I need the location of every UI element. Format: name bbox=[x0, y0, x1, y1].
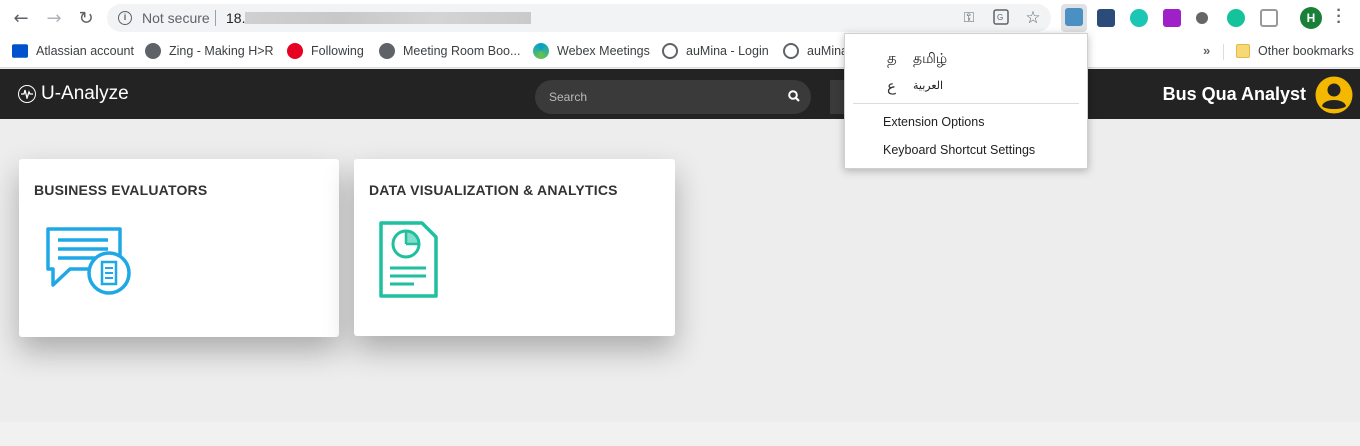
bookmark-label: auMina bbox=[807, 44, 848, 58]
security-label[interactable]: Not secure bbox=[142, 10, 210, 26]
card-data-visualization[interactable]: DATA VISUALIZATION & ANALYTICS bbox=[354, 159, 675, 336]
extension-calendar-icon[interactable] bbox=[1097, 9, 1115, 27]
waveform-icon bbox=[18, 85, 36, 103]
user-avatar-icon[interactable] bbox=[1315, 76, 1353, 114]
atlassian-icon bbox=[12, 44, 28, 58]
bookmark-label: Atlassian account bbox=[36, 44, 134, 58]
bookmark-aumina-login[interactable]: auMina - Login bbox=[662, 42, 769, 60]
page-footer-band bbox=[0, 422, 1360, 446]
forward-arrow-icon[interactable]: → bbox=[42, 7, 66, 29]
menu-item-tamil[interactable]: தமிழ் bbox=[913, 50, 947, 69]
search-icon[interactable] bbox=[787, 89, 801, 103]
other-bookmarks-label: Other bookmarks bbox=[1258, 44, 1354, 58]
key-icon[interactable]: ⚿ bbox=[960, 9, 978, 27]
info-icon[interactable]: i bbox=[118, 11, 132, 25]
other-bookmarks[interactable]: Other bookmarks bbox=[1236, 42, 1354, 60]
menu-item-keyboard-shortcuts[interactable]: Keyboard Shortcut Settings bbox=[883, 143, 1035, 157]
bookmark-atlassian[interactable]: Atlassian account bbox=[12, 42, 134, 60]
svg-text:G: G bbox=[997, 13, 1003, 22]
translate-icon[interactable]: G bbox=[992, 9, 1010, 27]
browser-menu-icon[interactable]: · · · bbox=[1335, 3, 1343, 31]
bookmark-label: Webex Meetings bbox=[557, 44, 650, 58]
profile-avatar[interactable]: H bbox=[1300, 7, 1322, 29]
extension-clipboard-icon[interactable] bbox=[1260, 9, 1278, 27]
bookmarks-bar: Atlassian account Zing - Making H>R Foll… bbox=[0, 36, 1360, 68]
globe-icon bbox=[379, 43, 395, 59]
browser-toolbar: ← → ↻ i Not secure 18. ⚿ G ☆ H · · · bbox=[0, 0, 1360, 36]
url-text[interactable]: 18. bbox=[226, 10, 245, 26]
aumina-icon bbox=[662, 43, 678, 59]
folder-icon bbox=[1236, 44, 1250, 58]
bookmark-webex[interactable]: Webex Meetings bbox=[533, 42, 650, 60]
bookmark-aumina[interactable]: auMina bbox=[783, 42, 848, 60]
language-extension-icon[interactable] bbox=[1065, 8, 1083, 26]
card-title: BUSINESS EVALUATORS bbox=[34, 182, 208, 198]
pie-document-icon bbox=[379, 221, 438, 298]
webex-icon bbox=[533, 43, 549, 59]
app-logo-text: U-Analyze bbox=[41, 83, 129, 104]
bookmark-zing[interactable]: Zing - Making H>R bbox=[145, 42, 274, 60]
address-bar[interactable]: i Not secure 18. ⚿ G ☆ bbox=[107, 4, 1051, 32]
address-divider bbox=[215, 10, 216, 26]
card-business-evaluators[interactable]: BUSINESS EVALUATORS bbox=[19, 159, 339, 337]
tamil-glyph: த bbox=[887, 50, 897, 67]
bookmark-label: auMina - Login bbox=[686, 44, 769, 58]
more-bookmarks-chevron[interactable]: » bbox=[1203, 43, 1210, 58]
bookmark-meeting-room[interactable]: Meeting Room Boo... bbox=[379, 42, 520, 60]
menu-divider bbox=[853, 103, 1079, 104]
search-box[interactable]: Search bbox=[535, 80, 811, 114]
url-redacted bbox=[245, 12, 531, 24]
menu-item-arabic[interactable]: العربية bbox=[913, 79, 943, 92]
user-name[interactable]: Bus Qua Analyst bbox=[1163, 84, 1306, 105]
extension-circle-icon[interactable] bbox=[1196, 12, 1208, 24]
report-chat-icon bbox=[46, 227, 131, 295]
globe-icon bbox=[145, 43, 161, 59]
arabic-glyph: ع bbox=[887, 78, 896, 95]
bookmark-label: Zing - Making H>R bbox=[169, 44, 274, 58]
card-title: DATA VISUALIZATION & ANALYTICS bbox=[369, 182, 618, 198]
app-logo[interactable]: U-Analyze bbox=[18, 83, 129, 105]
extension-chat-icon[interactable] bbox=[1130, 9, 1148, 27]
back-arrow-icon[interactable]: ← bbox=[9, 7, 33, 29]
search-input[interactable]: Search bbox=[549, 90, 587, 104]
menu-item-extension-options[interactable]: Extension Options bbox=[883, 115, 984, 129]
app-navbar: U-Analyze Search Bus Qua Analyst bbox=[0, 69, 1360, 119]
pinterest-icon bbox=[287, 43, 303, 59]
reload-icon[interactable]: ↻ bbox=[74, 7, 98, 29]
aumina-icon bbox=[783, 43, 799, 59]
grammarly-icon[interactable] bbox=[1227, 9, 1245, 27]
bookmark-label: Meeting Room Boo... bbox=[403, 44, 521, 58]
bookmark-label: Following bbox=[311, 44, 364, 58]
bookmarks-divider bbox=[1223, 44, 1224, 60]
extension-rp-icon[interactable] bbox=[1163, 9, 1181, 27]
bookmark-star-icon[interactable]: ☆ bbox=[1024, 9, 1042, 27]
extension-context-menu: த தமிழ் ع العربية Extension Options Keyb… bbox=[844, 33, 1088, 169]
bookmark-following[interactable]: Following bbox=[287, 42, 364, 60]
